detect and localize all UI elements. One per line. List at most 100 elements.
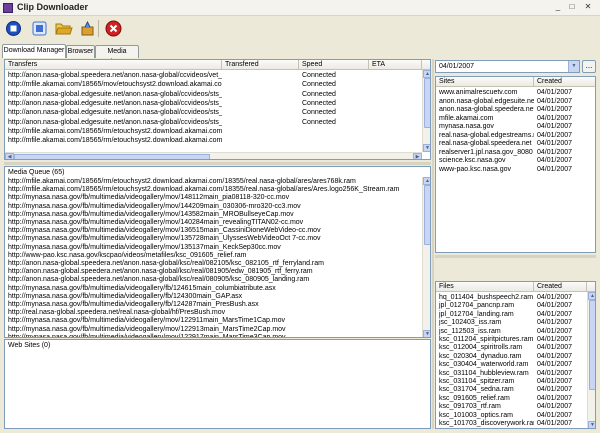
table-row[interactable]: http://anon.nasa-global.edgesuite.net/an… (5, 108, 422, 117)
column-sites[interactable]: Sites (436, 77, 534, 87)
sites-header: Sites Created (436, 77, 595, 87)
open-folder-icon (55, 23, 73, 35)
list-item[interactable]: http://mynasa.nasa.gov/fb/multimedia/vid… (5, 293, 422, 301)
list-item[interactable]: http://mynasa.nasa.gov/fb/multimedia/vid… (5, 301, 422, 309)
table-row[interactable]: http://anon.nasa-global.speedera.net/ano… (5, 71, 422, 80)
column-transfered[interactable]: Transfered (222, 60, 299, 70)
transfer-url: http://anon.nasa-global.edgesuite.net/an… (8, 109, 222, 117)
clear-icon (81, 20, 94, 36)
column-transfers[interactable]: Transfers (5, 60, 222, 70)
transfer-url: http://anon.nasa-global.edgesuite.net/an… (8, 90, 222, 98)
scroll-thumb[interactable] (424, 185, 430, 245)
transfer-speed: Connected (302, 118, 336, 126)
web-sites-header: Web Sites (0) (8, 342, 51, 349)
list-item[interactable]: http://anon.nasa-global.speedera.net/ano… (5, 268, 422, 276)
toolbar-separator (98, 20, 99, 37)
scroll-left-arrow-icon[interactable]: ◀ (5, 153, 14, 159)
scroll-up-arrow-icon[interactable]: ▲ (423, 70, 430, 78)
files-vertical-scrollbar[interactable]: ▲ ▼ (587, 292, 595, 428)
list-item[interactable]: http://mynasa.nasa.gov/fb/multimedia/vid… (5, 244, 422, 252)
site-name: www-pao.ksc.nasa.gov (439, 165, 511, 173)
transfer-url: http://mfile.akamai.com/18565/rm/etouchs… (8, 137, 222, 145)
tab-media-viewer[interactable]: Media Viewer (95, 45, 139, 66)
browse-button[interactable]: ... (582, 60, 596, 73)
window-title: Clip Downloader (17, 2, 89, 12)
web-sites-list: Web Sites (0) (4, 339, 431, 429)
table-row[interactable]: ksc_101703_discoverywork.ram 04/01/2007 (436, 419, 587, 428)
transfer-speed: Connected (302, 99, 336, 107)
vertical-splitter[interactable] (432, 59, 434, 429)
file-name: ksc_101703_discoverywork.ram (439, 420, 534, 427)
date-filter-combobox[interactable]: 04/01/2007 ▼ (435, 60, 580, 73)
horizontal-splitter[interactable] (4, 162, 431, 165)
refresh-button[interactable] (30, 19, 49, 38)
scroll-up-arrow-icon[interactable]: ▲ (588, 292, 595, 300)
site-created: 04/01/2007 (537, 165, 573, 173)
list-item[interactable]: http://mynasa.nasa.gov/fb/multimedia/vid… (5, 235, 422, 243)
table-row[interactable]: http://anon.nasa-global.edgesuite.net/an… (5, 118, 422, 127)
media-queue-vertical-scrollbar[interactable]: ▲ ▼ (422, 177, 430, 337)
media-queue-header: Media Queue (65) (8, 169, 65, 176)
scroll-right-arrow-icon[interactable]: ▶ (413, 153, 422, 159)
table-row[interactable]: http://mfile.akamai.com/18565/rm/etouchs… (5, 136, 422, 145)
tab-browser[interactable]: Browser (66, 45, 95, 58)
list-item[interactable]: http://mynasa.nasa.gov/fb/multimedia/vid… (5, 194, 422, 202)
date-filter-value: 04/01/2007 (439, 63, 475, 70)
list-item[interactable]: http://mynasa.nasa.gov/fb/multimedia/vid… (5, 203, 422, 211)
right-splitter[interactable] (435, 255, 596, 258)
list-item[interactable]: http://mfile.akamai.com/18565/rm/etouchs… (5, 186, 422, 194)
refresh-icon (32, 21, 47, 36)
column-eta[interactable]: ETA (369, 60, 422, 70)
list-item[interactable]: http://mynasa.nasa.gov/fb/multimedia/vid… (5, 227, 422, 235)
list-item[interactable]: http://anon.nasa-global.speedera.net/ano… (5, 260, 422, 268)
close-window-button[interactable]: ✕ (582, 2, 594, 13)
scroll-thumb[interactable] (14, 154, 210, 159)
table-row[interactable]: http://anon.nasa-global.edgesuite.net/an… (5, 99, 422, 108)
sites-list: Sites Created www.animalrescuetv.com 04/0… (435, 76, 596, 253)
transfer-url: http://anon.nasa-global.edgesuite.net/an… (8, 99, 222, 107)
column-created[interactable]: Created (534, 77, 595, 87)
stop-button[interactable] (104, 19, 123, 38)
scroll-down-arrow-icon[interactable]: ▼ (588, 421, 595, 428)
stop-icon (105, 20, 122, 37)
column-created[interactable]: Created (534, 282, 587, 292)
scroll-thumb[interactable] (589, 300, 595, 390)
column-files[interactable]: Files (436, 282, 534, 292)
transfers-vertical-scrollbar[interactable]: ▲ ▼ (422, 70, 430, 152)
list-item[interactable]: http://www-pao.ksc.nasa.gov/kscpao/video… (5, 252, 422, 260)
list-item[interactable]: http://mynasa.nasa.gov/fb/multimedia/vid… (5, 326, 422, 334)
column-speed[interactable]: Speed (299, 60, 369, 70)
app-icon (3, 3, 13, 13)
list-item[interactable]: http://mynasa.nasa.gov/fb/multimedia/vid… (5, 285, 422, 293)
scroll-down-arrow-icon[interactable]: ▼ (423, 330, 430, 337)
file-created: 04/01/2007 (537, 420, 573, 427)
list-item[interactable]: http://real.nasa-global.speedera.net/rea… (5, 309, 422, 317)
table-row[interactable]: http://mfile.akamai.com/18565/rm/etouchs… (5, 127, 422, 136)
scroll-down-arrow-icon[interactable]: ▼ (423, 144, 430, 152)
list-item[interactable]: http://mynasa.nasa.gov/fb/multimedia/vid… (5, 211, 422, 219)
download-button[interactable] (4, 19, 23, 38)
scroll-up-arrow-icon[interactable]: ▲ (423, 177, 430, 185)
maximize-button[interactable]: □ (566, 2, 578, 13)
transfer-speed: Connected (302, 90, 336, 98)
list-item[interactable]: http://anon.nasa-global.speedera.net/ano… (5, 276, 422, 284)
open-folder-button[interactable] (54, 19, 73, 38)
files-list: Files Created hq_011404_bushspeech2.ram 0… (435, 281, 596, 429)
dropdown-arrow-icon[interactable]: ▼ (568, 61, 579, 72)
minimize-button[interactable]: _ (552, 2, 564, 13)
download-icon (6, 21, 21, 36)
table-row[interactable]: http://anon.nasa-global.edgesuite.net/an… (5, 90, 422, 99)
transfer-url: http://anon.nasa-global.speedera.net/ano… (8, 72, 222, 79)
clear-button[interactable] (78, 19, 97, 38)
list-item[interactable]: http://mfile.akamai.com/18565/rm/etouchs… (5, 178, 422, 186)
table-row[interactable]: www-pao.ksc.nasa.gov 04/01/2007 (436, 165, 595, 174)
scroll-thumb[interactable] (424, 78, 430, 128)
list-item[interactable]: http://mynasa.nasa.gov/fb/multimedia/vid… (5, 219, 422, 227)
table-row[interactable]: http://mfile.akamai.com/18565/mov/etouch… (5, 80, 422, 89)
transfer-speed: Connected (302, 109, 336, 117)
list-item[interactable]: http://mynasa.nasa.gov/fb/multimedia/vid… (5, 317, 422, 325)
tab-download-manager[interactable]: Download Manager (2, 44, 66, 58)
transfers-horizontal-scrollbar[interactable]: ◀ ▶ (5, 152, 422, 159)
transfer-speed: Connected (302, 81, 336, 89)
list-item[interactable]: http://mynasa.nasa.gov/fb/multimedia/vid… (5, 334, 422, 337)
